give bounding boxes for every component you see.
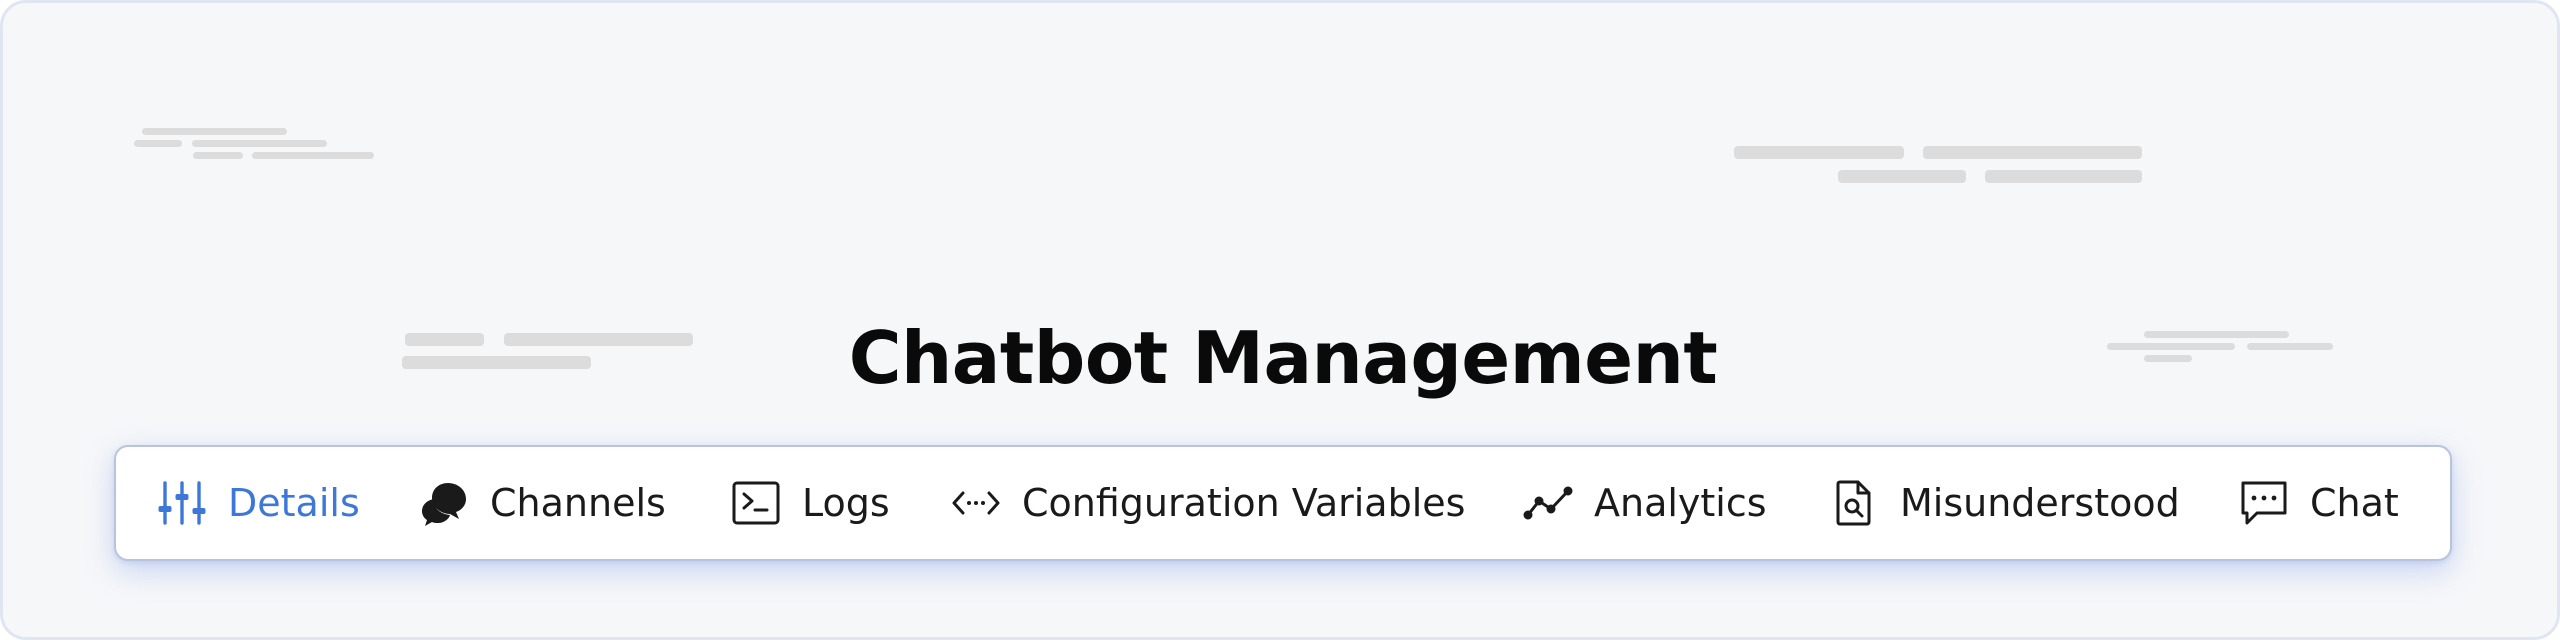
- page-frame: Chatbot Management Details Channels Logs…: [0, 0, 2560, 640]
- tab-bar: Details Channels Logs Configuration Vari…: [114, 445, 2452, 561]
- chat-bubbles-icon: [418, 477, 470, 529]
- tab-label: Misunderstood: [1900, 481, 2180, 525]
- tab-label: Chat: [2310, 481, 2399, 525]
- tab-misunderstood[interactable]: Misunderstood: [1828, 447, 2180, 559]
- tab-label: Details: [228, 481, 360, 525]
- page-title: Chatbot Management: [848, 316, 1718, 401]
- tab-chat[interactable]: Chat: [2238, 447, 2399, 559]
- line-chart-icon: [1522, 477, 1574, 529]
- tab-label: Channels: [490, 481, 666, 525]
- tab-configuration-variables[interactable]: Configuration Variables: [950, 447, 1465, 559]
- message-dots-icon: [2238, 477, 2290, 529]
- document-search-icon: [1828, 477, 1880, 529]
- tab-details[interactable]: Details: [156, 447, 360, 559]
- tab-analytics[interactable]: Analytics: [1522, 447, 1767, 559]
- tab-label: Analytics: [1594, 481, 1767, 525]
- terminal-icon: [730, 477, 782, 529]
- tab-label: Configuration Variables: [1022, 481, 1466, 525]
- sliders-icon: [156, 477, 208, 529]
- code-dots-icon: [950, 477, 1002, 529]
- tab-logs[interactable]: Logs: [730, 447, 890, 559]
- tab-channels[interactable]: Channels: [418, 447, 666, 559]
- tab-label: Logs: [802, 481, 890, 525]
